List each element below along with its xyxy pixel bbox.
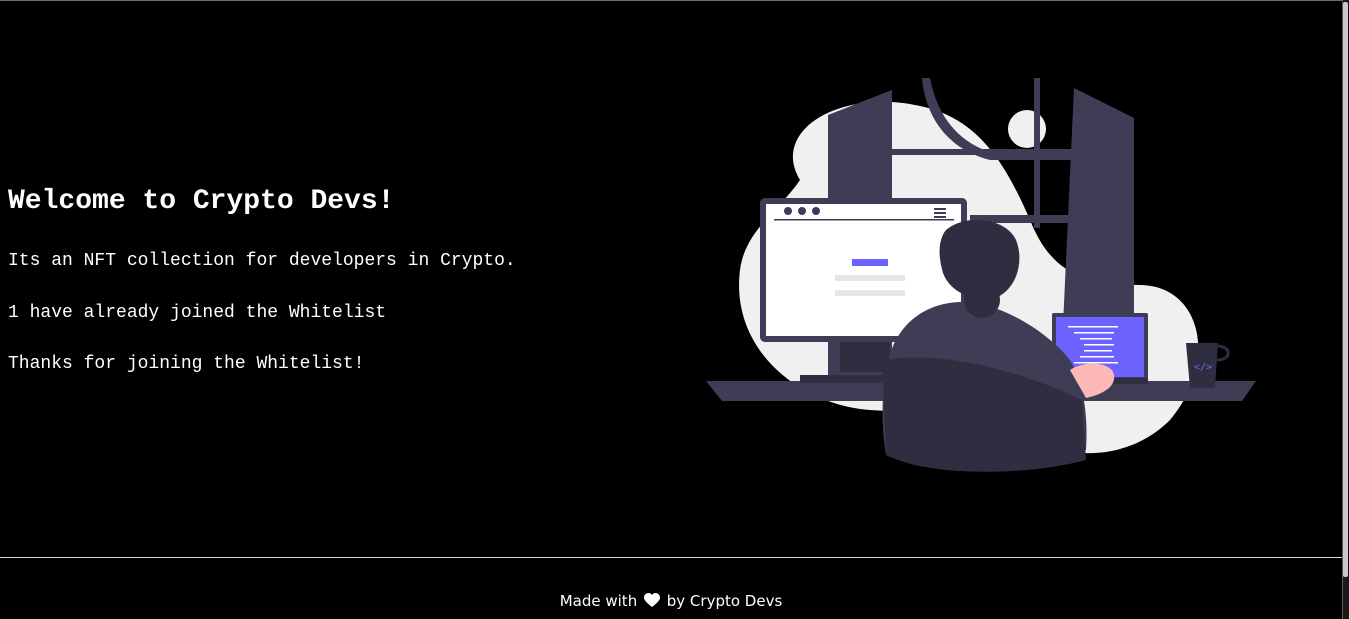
developer-illustration: </> (706, 78, 1256, 472)
window-rail-top (892, 149, 1072, 155)
monitor-text-line (835, 290, 905, 296)
footer-divider (0, 557, 1342, 558)
monitor-menu-line (934, 208, 946, 210)
monitor-text-line (835, 275, 905, 281)
scrollbar-thumb[interactable] (1343, 2, 1348, 577)
footer: Made with by Crypto Devs (0, 589, 1342, 613)
monitor-dot (812, 207, 820, 215)
main-section: Welcome to Crypto Devs! Its an NFT colle… (0, 0, 1342, 557)
mug-code-symbol: </> (1194, 362, 1212, 373)
monitor-button (852, 259, 888, 266)
moon-circle (1008, 110, 1046, 148)
mug-handle (1216, 344, 1230, 362)
whitelist-status-message: Thanks for joining the Whitelist! (8, 354, 365, 374)
monitor-menu-line (934, 212, 946, 214)
footer-suffix: by Crypto Devs (666, 592, 783, 610)
footer-prefix: Made with (559, 592, 638, 610)
heart-icon (643, 593, 660, 607)
monitor-dot (798, 207, 806, 215)
monitor-menu-line (934, 216, 946, 218)
monitor-dot (784, 207, 792, 215)
collection-description: Its an NFT collection for developers in … (8, 251, 516, 271)
monitor-divider (774, 219, 954, 221)
whitelist-count: 1 have already joined the Whitelist (8, 303, 387, 323)
page-title: Welcome to Crypto Devs! (8, 186, 395, 217)
intro-text-column: Welcome to Crypto Devs! Its an NFT colle… (8, 183, 648, 374)
